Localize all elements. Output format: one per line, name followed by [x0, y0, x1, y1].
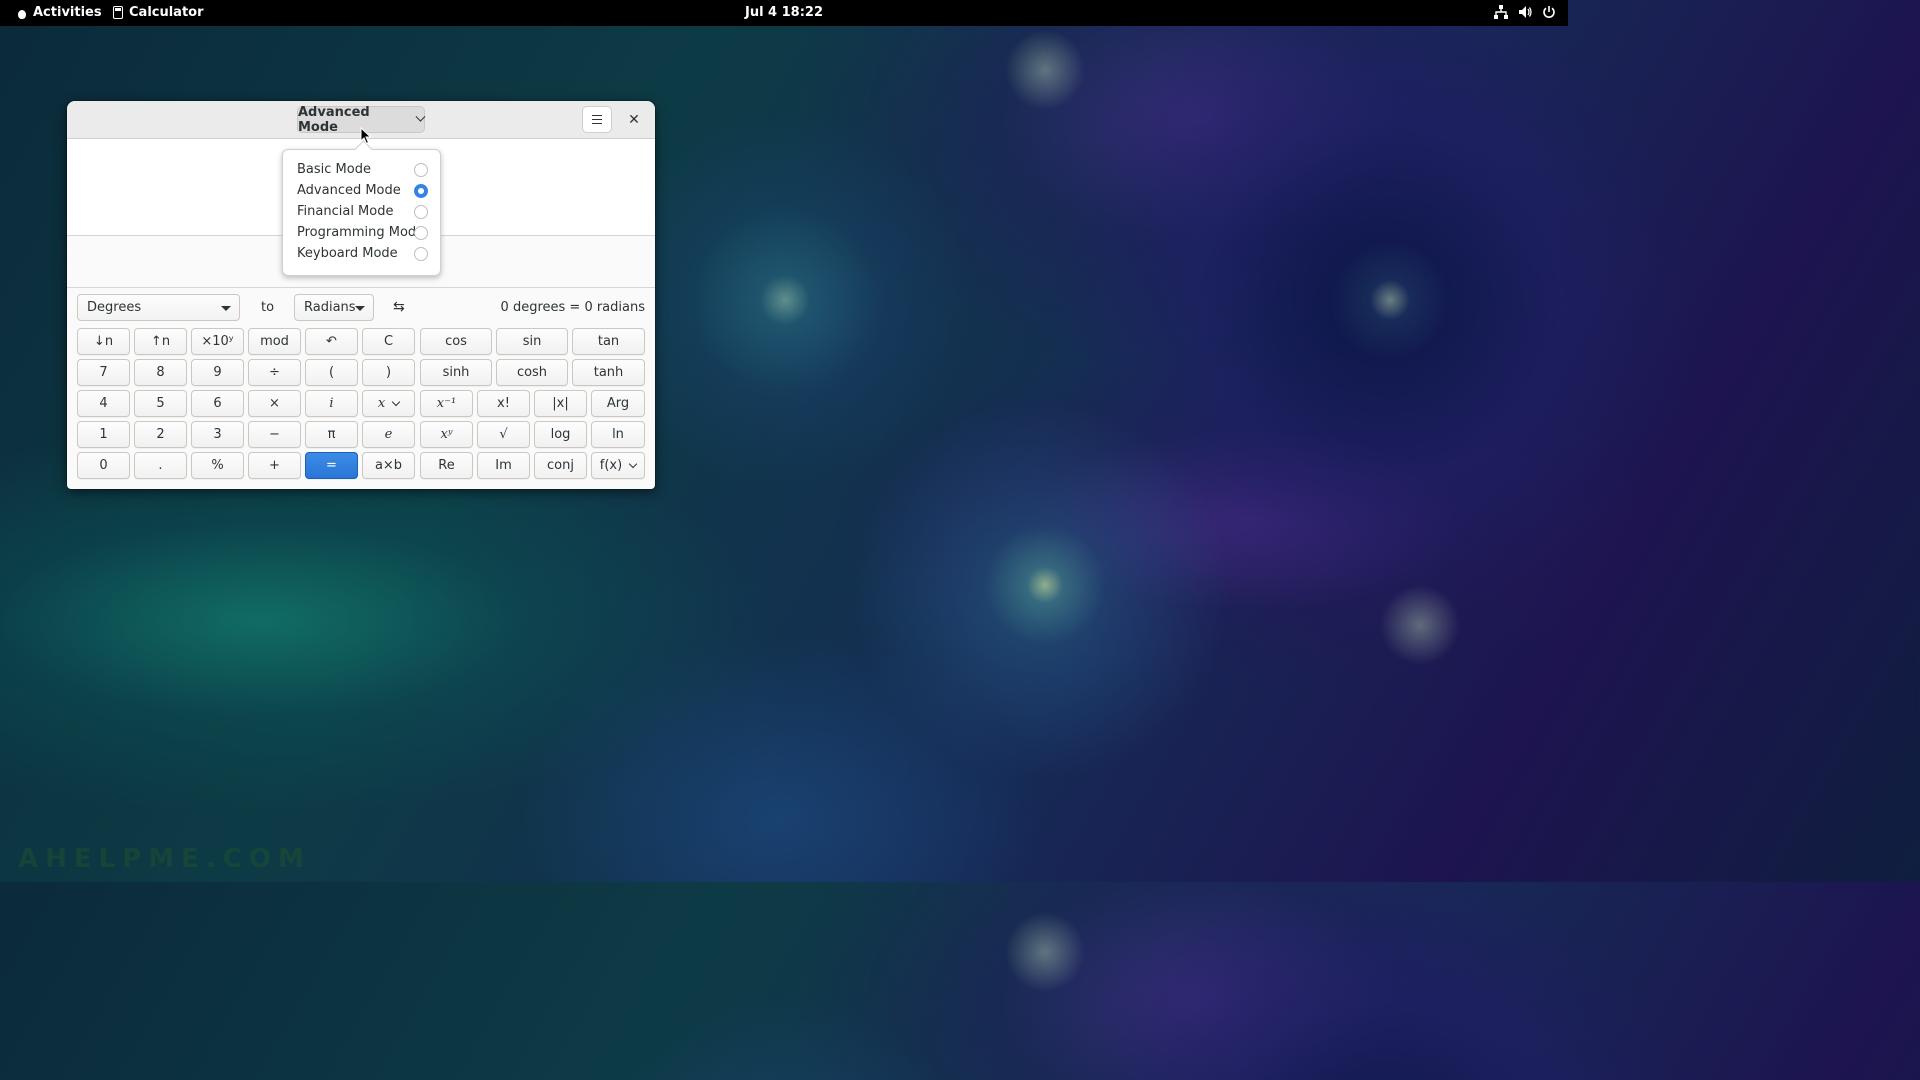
key-open-paren[interactable]: ( [305, 359, 358, 386]
key-abs[interactable]: |x| [534, 390, 587, 417]
key-6[interactable]: 6 [191, 390, 244, 417]
system-tray[interactable] [1494, 5, 1556, 19]
mode-option-label: Keyboard Mode [297, 246, 398, 261]
to-unit-label: Radians [304, 300, 356, 315]
key-8[interactable]: 8 [134, 359, 187, 386]
key-ln[interactable]: ln [591, 421, 645, 448]
mode-option-basic[interactable]: Basic Mode [297, 160, 432, 180]
key-4[interactable]: 4 [77, 390, 130, 417]
close-button[interactable]: ✕ [622, 108, 646, 132]
key-close-paren[interactable]: ) [362, 359, 415, 386]
key-inverse[interactable]: x⁻¹ [420, 390, 473, 417]
radio-button[interactable] [414, 226, 428, 240]
unit-conversion-row: Degrees to Radians ⇆ 0 degrees = 0 radia… [77, 294, 645, 322]
key-inverse-label: x⁻¹ [436, 396, 457, 411]
from-unit-dropdown[interactable]: Degrees [77, 294, 240, 321]
mode-selector-label: Advanced Mode [298, 104, 370, 135]
key-pi[interactable]: π [305, 421, 358, 448]
chevron-down-icon [628, 459, 638, 468]
main-menu-button[interactable] [582, 106, 612, 133]
key-9[interactable]: 9 [191, 359, 244, 386]
mode-option-label: Basic Mode [297, 162, 371, 177]
key-add[interactable]: + [248, 452, 301, 479]
key-0[interactable]: 0 [77, 452, 130, 479]
key-1[interactable]: 1 [77, 421, 130, 448]
chevron-down-icon [415, 111, 426, 122]
key-arg[interactable]: Arg [591, 390, 645, 417]
conversion-to-label: to [261, 300, 275, 315]
keypad: ↓n ↑n ×10ʸ mod ↶ C cos sin tan 7 8 9 ÷ (… [77, 328, 645, 480]
key-3[interactable]: 3 [191, 421, 244, 448]
key-cosh[interactable]: cosh [496, 359, 568, 386]
key-conjugate[interactable]: conj [534, 452, 587, 479]
radio-button-selected[interactable] [414, 184, 428, 198]
mode-popover: Basic Mode Advanced Mode Financial Mode … [282, 149, 441, 276]
radio-button[interactable] [414, 247, 428, 261]
swap-units-icon[interactable]: ⇆ [393, 299, 405, 315]
mode-option-label: Advanced Mode [297, 183, 401, 198]
key-subtract[interactable]: − [248, 421, 301, 448]
key-real[interactable]: Re [420, 452, 473, 479]
key-sqrt[interactable]: √ [477, 421, 530, 448]
key-subscript[interactable]: ↓n [77, 328, 130, 355]
key-7[interactable]: 7 [77, 359, 130, 386]
key-percent[interactable]: % [191, 452, 244, 479]
key-2[interactable]: 2 [134, 421, 187, 448]
key-mod[interactable]: mod [248, 328, 301, 355]
key-sinh[interactable]: sinh [420, 359, 492, 386]
hamburger-menu-icon [592, 114, 602, 117]
key-factorial[interactable]: x! [477, 390, 530, 417]
network-icon[interactable] [1494, 5, 1508, 19]
key-divide[interactable]: ÷ [248, 359, 301, 386]
key-power[interactable]: xʸ [420, 421, 473, 448]
key-imaginary-label: i [329, 396, 334, 411]
from-unit-label: Degrees [87, 300, 142, 315]
radio-button[interactable] [414, 205, 428, 219]
mode-option-advanced[interactable]: Advanced Mode [297, 181, 432, 201]
key-power-label: xʸ [440, 427, 453, 442]
mouse-pointer-icon [360, 127, 372, 145]
radio-button[interactable] [414, 163, 428, 177]
key-euler-label: e [384, 427, 393, 442]
key-log[interactable]: log [534, 421, 587, 448]
key-undo[interactable]: ↶ [305, 328, 358, 355]
key-sin[interactable]: sin [496, 328, 568, 355]
key-factorize[interactable]: a×b [362, 452, 415, 479]
power-icon[interactable] [1542, 5, 1556, 19]
key-clear[interactable]: C [362, 328, 415, 355]
conversion-result: 0 degrees = 0 radians [500, 300, 645, 315]
key-function-label: f(x) [599, 458, 623, 473]
dropdown-arrow-icon [355, 306, 365, 311]
key-euler[interactable]: e [362, 421, 415, 448]
key-imaginary[interactable]: i [305, 390, 358, 417]
watermark: AHELPME.COM [18, 844, 311, 874]
key-5[interactable]: 5 [134, 390, 187, 417]
key-equals[interactable]: = [305, 452, 358, 479]
top-bar: Activities Calculator Jul 4 18:22 [0, 0, 1568, 26]
volume-icon[interactable] [1518, 5, 1532, 19]
key-tanh[interactable]: tanh [572, 359, 645, 386]
mode-option-programming[interactable]: Programming Mode [297, 223, 432, 243]
clock[interactable]: Jul 4 18:22 [0, 5, 1568, 20]
key-function-menu[interactable]: f(x) [591, 452, 645, 479]
close-icon: ✕ [628, 112, 640, 128]
mode-option-financial[interactable]: Financial Mode [297, 202, 432, 222]
chevron-down-icon [391, 397, 401, 406]
mode-option-keyboard[interactable]: Keyboard Mode [297, 244, 432, 264]
key-superscript[interactable]: ↑n [134, 328, 187, 355]
key-multiply[interactable]: × [248, 390, 301, 417]
key-imaginary-part[interactable]: Im [477, 452, 530, 479]
to-unit-dropdown[interactable]: Radians [294, 294, 374, 321]
key-variable-menu[interactable]: x [362, 390, 415, 417]
key-cos[interactable]: cos [420, 328, 492, 355]
mode-option-label: Programming Mode [297, 225, 425, 240]
key-decimal[interactable]: . [134, 452, 187, 479]
key-tan[interactable]: tan [572, 328, 645, 355]
key-exponent[interactable]: ×10ʸ [191, 328, 244, 355]
key-variable-label: x [377, 396, 386, 411]
dropdown-arrow-icon [221, 306, 231, 311]
mode-option-label: Financial Mode [297, 204, 394, 219]
